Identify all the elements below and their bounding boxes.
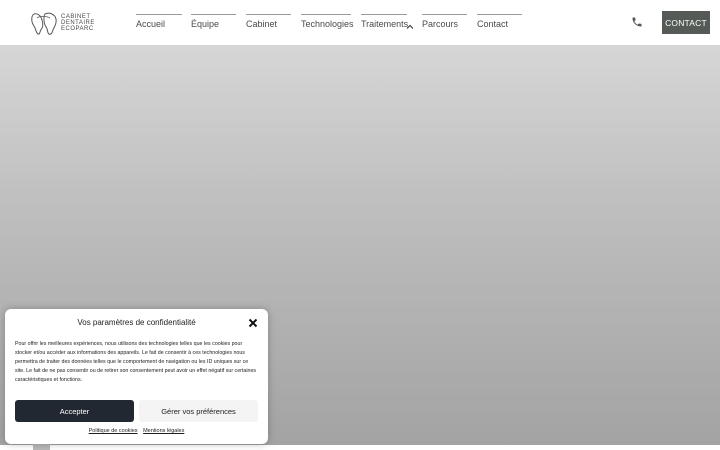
nav-label: Cabinet bbox=[246, 19, 278, 29]
nav-label: Contact bbox=[477, 19, 509, 29]
nav-bar bbox=[136, 14, 182, 15]
nav-bar bbox=[191, 14, 236, 15]
cookie-links: Politique de cookies Mentions légales bbox=[5, 428, 268, 434]
cookie-body-text: Pour offrir les meilleures expériences, … bbox=[15, 341, 257, 383]
nav-bar bbox=[301, 14, 351, 15]
chevron-down-icon[interactable] bbox=[406, 23, 414, 31]
contact-button[interactable]: CONTACT bbox=[662, 11, 710, 34]
cookie-consent-dialog: Vos paramètres de confidentialité Pour o… bbox=[5, 309, 268, 444]
logo-line-3: ECOPARC bbox=[61, 26, 94, 32]
close-icon[interactable] bbox=[248, 318, 258, 328]
manage-preferences-button[interactable]: Gérer vos préférences bbox=[139, 400, 258, 422]
logo[interactable]: CABINET DENTAIRE ECOPARC bbox=[29, 9, 101, 37]
nav-bar bbox=[422, 14, 467, 15]
tooth-logo-icon bbox=[31, 12, 57, 35]
nav-bar bbox=[477, 14, 522, 15]
logo-text: CABINET DENTAIRE ECOPARC bbox=[61, 14, 95, 32]
bottom-tab bbox=[33, 444, 50, 450]
nav-label: Parcours bbox=[422, 19, 459, 29]
nav-label: Traitements bbox=[361, 19, 409, 29]
nav-label: Technologies bbox=[301, 19, 354, 29]
phone-icon[interactable] bbox=[631, 16, 643, 28]
cookie-policy-link[interactable]: Politique de cookies bbox=[89, 428, 138, 434]
bottom-strip bbox=[0, 445, 720, 450]
cookie-title: Vos paramètres de confidentialité bbox=[77, 318, 196, 327]
accept-button[interactable]: Accepter bbox=[15, 400, 134, 422]
site-header: CABINET DENTAIRE ECOPARC Accueil Équipe … bbox=[0, 0, 720, 45]
nav-bar bbox=[361, 14, 407, 15]
nav-bar bbox=[246, 14, 291, 15]
nav-label: Équipe bbox=[191, 19, 220, 29]
nav-label: Accueil bbox=[136, 19, 166, 29]
legal-notice-link[interactable]: Mentions légales bbox=[143, 428, 184, 434]
